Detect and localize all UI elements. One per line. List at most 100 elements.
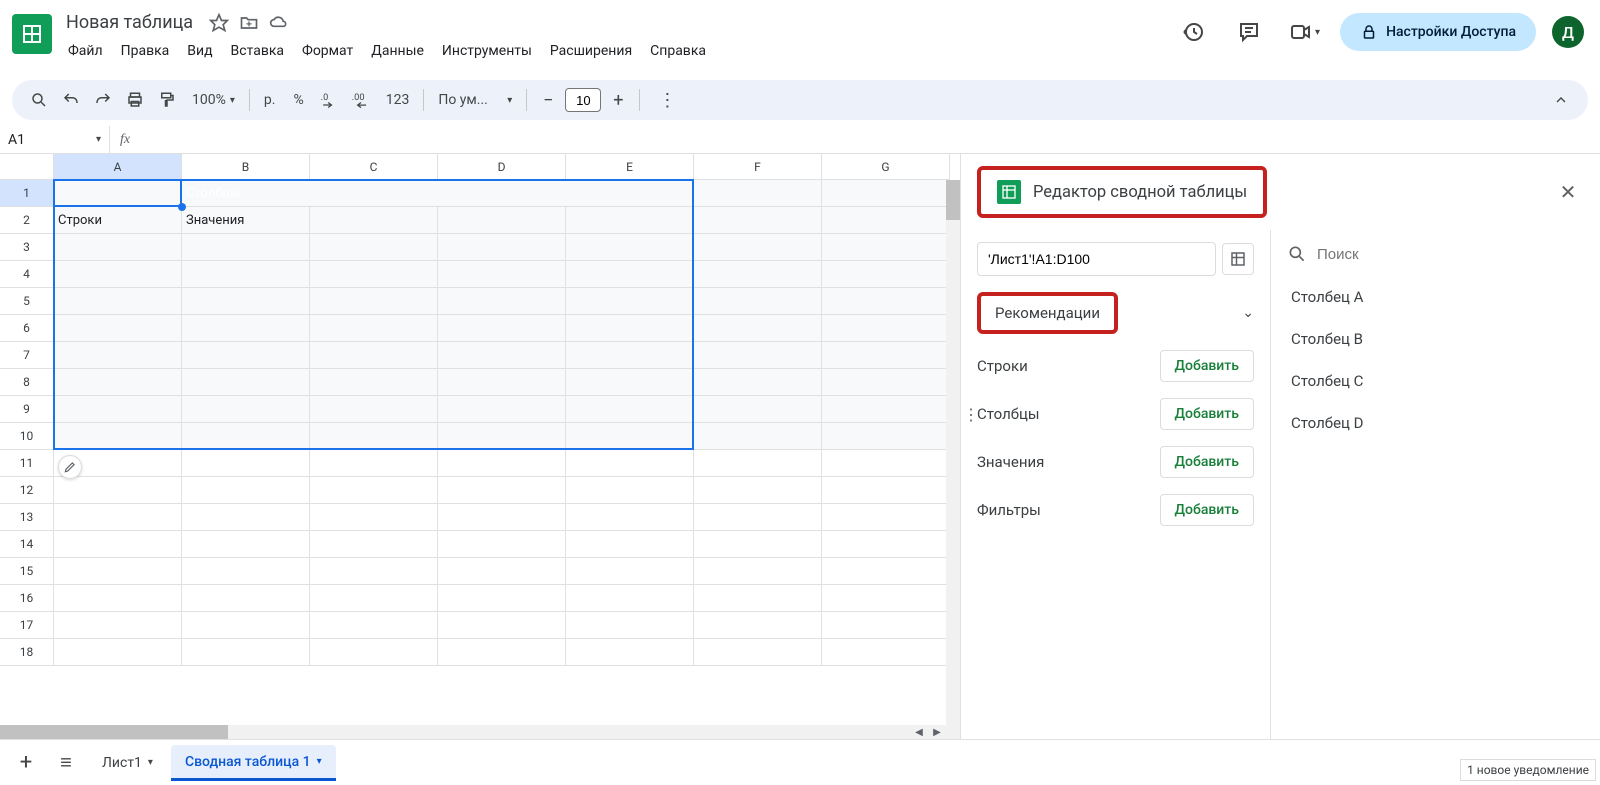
cell[interactable] — [694, 369, 822, 396]
menu-extensions[interactable]: Расширения — [542, 39, 640, 63]
cell[interactable] — [438, 558, 566, 585]
notification-toast[interactable]: 1 новое уведомление — [1460, 759, 1596, 781]
col-header-f[interactable]: F — [694, 154, 822, 180]
row-header[interactable]: 10 — [0, 423, 54, 450]
cell[interactable] — [438, 315, 566, 342]
cell[interactable] — [310, 531, 438, 558]
cell[interactable] — [566, 558, 694, 585]
font-select[interactable]: По ум...▾ — [430, 92, 520, 108]
cell[interactable] — [182, 234, 310, 261]
cell[interactable] — [694, 585, 822, 612]
cell-a2-rows-label[interactable]: Строки — [54, 207, 182, 234]
available-col-b[interactable]: Столбец B — [1287, 318, 1584, 360]
column-search-input[interactable] — [1317, 246, 1584, 263]
cell[interactable] — [566, 396, 694, 423]
star-icon[interactable] — [209, 13, 229, 33]
cell[interactable] — [438, 585, 566, 612]
row-header[interactable]: 11 — [0, 450, 54, 477]
menu-tools[interactable]: Инструменты — [434, 39, 540, 63]
cell[interactable] — [54, 369, 182, 396]
cell[interactable] — [438, 477, 566, 504]
cell[interactable] — [566, 531, 694, 558]
row-header[interactable]: 13 — [0, 504, 54, 531]
cell[interactable] — [310, 207, 438, 234]
cell[interactable] — [310, 288, 438, 315]
cell[interactable] — [438, 612, 566, 639]
spreadsheet-grid[interactable]: A B C D E F G 1 2 3 4 5 6 7 8 9 10 11 12… — [0, 154, 960, 739]
cell[interactable] — [822, 612, 950, 639]
cell[interactable] — [566, 423, 694, 450]
cell[interactable] — [54, 234, 182, 261]
cell[interactable] — [694, 558, 822, 585]
col-header-d[interactable]: D — [438, 154, 566, 180]
cell[interactable] — [822, 342, 950, 369]
cell-b2-values-label[interactable]: Значения — [182, 207, 310, 234]
cell[interactable] — [822, 261, 950, 288]
row-header[interactable]: 18 — [0, 639, 54, 666]
add-filters-button[interactable]: Добавить — [1160, 494, 1254, 526]
cell-b1-columns-label[interactable]: Столбцы — [182, 180, 694, 207]
row-header[interactable]: 7 — [0, 342, 54, 369]
cell-a1[interactable] — [54, 180, 182, 207]
comments-icon[interactable] — [1229, 12, 1269, 52]
col-header-a[interactable]: A — [54, 154, 182, 180]
row-header[interactable]: 3 — [0, 234, 54, 261]
cell[interactable] — [822, 180, 950, 207]
menu-format[interactable]: Формат — [294, 39, 361, 63]
cell[interactable] — [310, 261, 438, 288]
move-icon[interactable] — [239, 13, 259, 33]
cell[interactable] — [566, 342, 694, 369]
cell[interactable] — [54, 288, 182, 315]
row-header[interactable]: 15 — [0, 558, 54, 585]
cell[interactable] — [310, 396, 438, 423]
row-header[interactable]: 5 — [0, 288, 54, 315]
row-header[interactable]: 9 — [0, 396, 54, 423]
horizontal-scrollbar[interactable]: ◀ ▶ — [0, 725, 946, 739]
cell[interactable] — [694, 207, 822, 234]
menu-edit[interactable]: Правка — [113, 39, 178, 63]
row-header[interactable]: 12 — [0, 477, 54, 504]
cell[interactable] — [694, 180, 822, 207]
add-sheet-icon[interactable]: + — [8, 745, 44, 781]
available-col-c[interactable]: Столбец C — [1287, 360, 1584, 402]
menu-view[interactable]: Вид — [179, 39, 220, 63]
add-values-button[interactable]: Добавить — [1160, 446, 1254, 478]
cell[interactable] — [822, 315, 950, 342]
cell[interactable] — [54, 639, 182, 666]
cell[interactable] — [182, 585, 310, 612]
col-header-g[interactable]: G — [822, 154, 950, 180]
cell[interactable] — [694, 612, 822, 639]
cell[interactable] — [694, 423, 822, 450]
cell[interactable] — [310, 612, 438, 639]
cell[interactable] — [182, 612, 310, 639]
menu-help[interactable]: Справка — [642, 39, 714, 63]
cell[interactable] — [54, 342, 182, 369]
cell[interactable] — [566, 315, 694, 342]
drag-handle-icon[interactable]: ⋮ — [963, 405, 979, 424]
scroll-right-icon[interactable]: ▶ — [928, 725, 946, 739]
cell[interactable] — [310, 234, 438, 261]
col-header-b[interactable]: B — [182, 154, 310, 180]
cell[interactable] — [438, 450, 566, 477]
menu-insert[interactable]: Вставка — [223, 39, 292, 63]
cell[interactable] — [182, 558, 310, 585]
select-range-icon[interactable] — [1222, 243, 1254, 275]
cell[interactable] — [438, 342, 566, 369]
cell[interactable] — [182, 477, 310, 504]
decrease-font-icon[interactable]: − — [533, 85, 563, 115]
cell[interactable] — [566, 504, 694, 531]
search-icon[interactable] — [24, 85, 54, 115]
cell[interactable] — [54, 531, 182, 558]
cell[interactable] — [54, 558, 182, 585]
sheet-tab-pivot[interactable]: Сводная таблица 1▾ — [171, 745, 336, 781]
print-icon[interactable] — [120, 85, 150, 115]
close-panel-icon[interactable]: ✕ — [1552, 176, 1584, 208]
cell[interactable] — [310, 558, 438, 585]
available-col-a[interactable]: Столбец A — [1287, 276, 1584, 318]
cell[interactable] — [566, 585, 694, 612]
cell[interactable] — [694, 639, 822, 666]
cell[interactable] — [182, 315, 310, 342]
cell[interactable] — [566, 234, 694, 261]
cell[interactable] — [310, 585, 438, 612]
paint-format-icon[interactable] — [152, 85, 182, 115]
